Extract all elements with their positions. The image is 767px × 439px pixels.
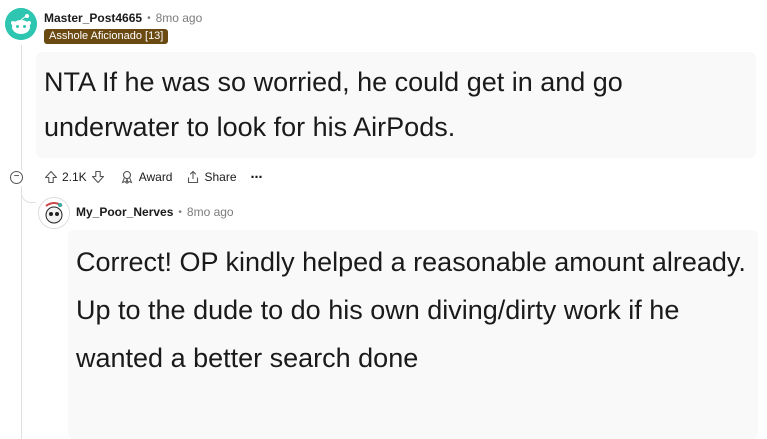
comment-body: Correct! OP kindly helped a reasonable a…: [68, 230, 758, 439]
comment-thread: Master_Post4665 • 8mo ago Asshole Aficio…: [0, 0, 767, 439]
comment-meta: My_Poor_Nerves • 8mo ago: [76, 205, 234, 219]
downvote-icon[interactable]: [91, 170, 105, 184]
timestamp[interactable]: 8mo ago: [156, 11, 203, 25]
thread-line[interactable]: [21, 186, 22, 439]
ellipsis-icon: ⋯: [250, 170, 264, 184]
snoo-avatar-icon: [5, 8, 37, 40]
comment-meta: Master_Post4665 • 8mo ago: [44, 11, 202, 25]
award-icon: [121, 170, 133, 184]
vote-count: 2.1K: [62, 170, 87, 184]
avatar[interactable]: [5, 8, 37, 40]
share-icon: [188, 170, 199, 184]
thread-line[interactable]: [21, 45, 22, 170]
award-button[interactable]: Award: [119, 170, 173, 184]
snoo-avatar-icon: [39, 198, 69, 228]
username[interactable]: Master_Post4665: [44, 11, 142, 25]
user-flair: Asshole Aficionado [13]: [44, 29, 169, 44]
collapse-button[interactable]: −: [10, 170, 23, 184]
timestamp[interactable]: 8mo ago: [187, 205, 234, 219]
award-label: Award: [138, 170, 173, 184]
comment-body: NTA If he was so worried, he could get i…: [36, 52, 756, 158]
share-button[interactable]: Share: [186, 170, 237, 184]
more-options-button[interactable]: ⋯: [251, 170, 264, 184]
separator-dot: •: [147, 12, 151, 24]
upvote-icon[interactable]: [44, 170, 58, 184]
share-label: Share: [204, 170, 237, 184]
comment-text: Correct! OP kindly helped a reasonable a…: [76, 247, 746, 373]
separator-dot: •: [178, 206, 182, 218]
minus-icon: −: [13, 171, 20, 182]
avatar[interactable]: [38, 197, 70, 229]
username[interactable]: My_Poor_Nerves: [76, 205, 173, 219]
comment-action-bar: − 2.1K Award Share ⋯: [10, 167, 278, 187]
vote-group: 2.1K: [44, 170, 105, 184]
comment-text: NTA If he was so worried, he could get i…: [44, 67, 623, 142]
reply-branch-line: [21, 186, 36, 203]
